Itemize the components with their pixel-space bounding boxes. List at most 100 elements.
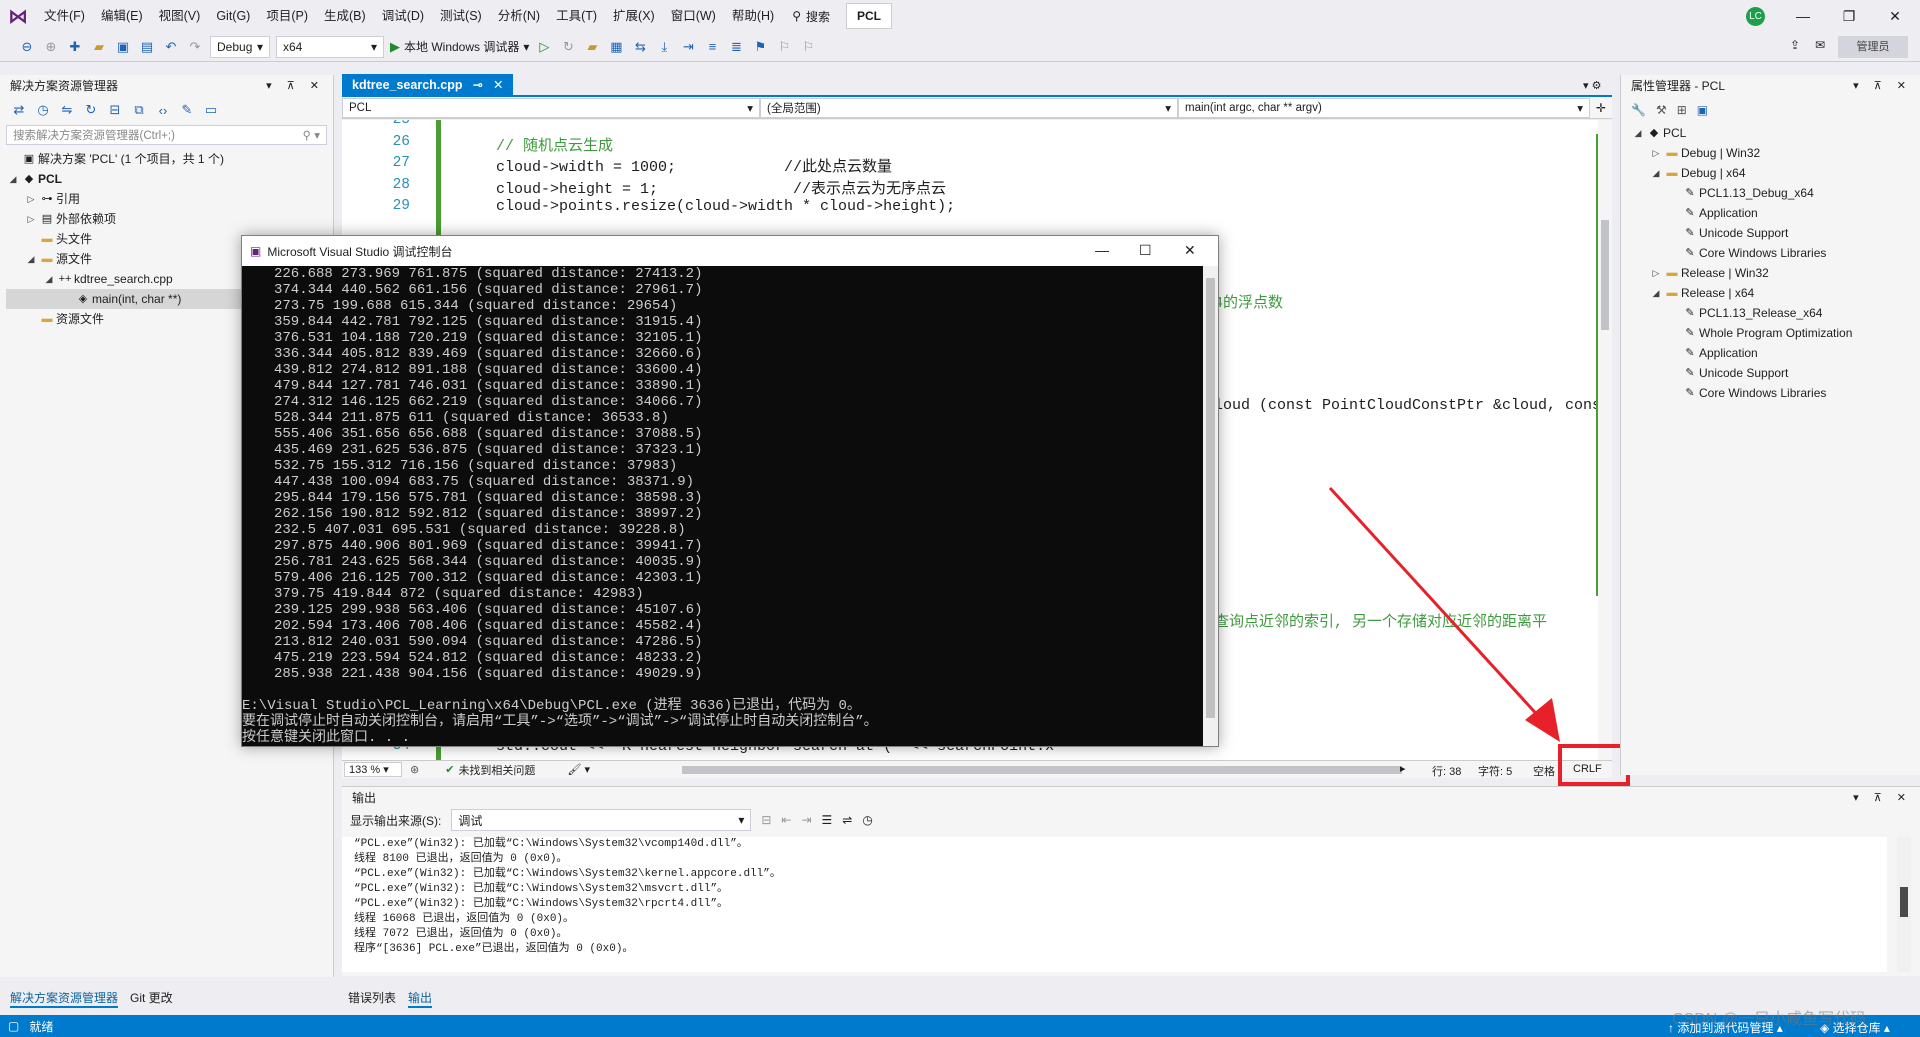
tree-item[interactable]: ✎ Unicode Support	[1631, 363, 1920, 383]
properties-icon[interactable]: ✎	[178, 101, 196, 119]
bottom-tab[interactable]: Git 更改	[130, 988, 173, 1008]
debug-console-window[interactable]: ▣ Microsoft Visual Studio 调试控制台 — ☐ ✕ 22…	[241, 235, 1219, 747]
close-button[interactable]: ✕	[1872, 0, 1918, 32]
bottom-tab[interactable]: 错误列表	[348, 988, 396, 1008]
layout-icon[interactable]: ▦	[607, 38, 625, 56]
output-scrollbar[interactable]	[1897, 837, 1911, 972]
back-icon[interactable]: ⊖	[18, 38, 36, 56]
switch-views-icon[interactable]: ⇋	[58, 101, 76, 119]
console-output[interactable]: 226.688 273.969 761.875 (squared distanc…	[242, 266, 1202, 746]
expand-icon[interactable]: ▷	[1649, 263, 1663, 283]
scroll-thumb[interactable]	[1601, 220, 1609, 330]
project-dropdown[interactable]: PCL ▾	[342, 98, 760, 118]
menu-item[interactable]: 分析(N)	[490, 0, 548, 32]
menu-item[interactable]: 测试(S)	[432, 0, 490, 32]
tree-item[interactable]: ✎ Application	[1631, 203, 1920, 223]
step-icon[interactable]: ⤓	[655, 38, 673, 56]
column-indicator[interactable]: 字符: 5	[1478, 763, 1512, 779]
redo-icon[interactable]: ↷	[186, 38, 204, 56]
collapse-icon[interactable]: ◢	[1649, 163, 1663, 183]
panel-controls[interactable]: ▾ ⊼ ✕	[1853, 787, 1920, 809]
add-existing-icon[interactable]: ⊞	[1677, 103, 1687, 117]
new-project-icon[interactable]: ✚	[66, 38, 84, 56]
scroll-thumb[interactable]	[1206, 278, 1215, 718]
tab-kdtree-search-cpp[interactable]: kdtree_search.cpp ⊸ ✕	[342, 74, 514, 96]
console-minimize-button[interactable]: —	[1095, 242, 1109, 258]
menu-item[interactable]: 文件(F)	[36, 0, 93, 32]
sync-icon[interactable]: ⇄	[10, 101, 28, 119]
console-scrollbar[interactable]	[1203, 266, 1218, 746]
tree-item[interactable]: ◢ ◆ PCL	[6, 169, 333, 189]
feedback-icon[interactable]: ✉	[1815, 38, 1825, 52]
next-message-icon[interactable]: ⇥	[801, 813, 811, 827]
expand-icon[interactable]: ▷	[1649, 143, 1663, 163]
tree-item[interactable]: ✎ Whole Program Optimization	[1631, 323, 1920, 343]
editor-vertical-scrollbar[interactable]	[1598, 120, 1612, 760]
history-icon[interactable]: ◷	[34, 101, 52, 119]
minimize-button[interactable]: —	[1780, 0, 1826, 32]
collapse-icon[interactable]: ◢	[6, 169, 20, 189]
panel-controls[interactable]: ▾ ⊼ ✕	[266, 75, 333, 97]
uncomment-icon[interactable]: ≣	[727, 38, 745, 56]
tree-item[interactable]: ▣ 解决方案 'PCL' (1 个项目，共 1 个)	[6, 149, 333, 169]
live-share-icon[interactable]: ⇪	[1790, 38, 1800, 52]
start-debugging-button[interactable]: ▶ 本地 Windows 调试器 ▾	[390, 38, 529, 55]
menu-item[interactable]: 窗口(W)	[663, 0, 724, 32]
scroll-right-icon[interactable]: ▸	[1400, 762, 1406, 775]
collapse-icon[interactable]: ◢	[42, 269, 56, 289]
tree-item[interactable]: ✎ PCL1.13_Release_x64	[1631, 303, 1920, 323]
undo-icon[interactable]: ↶	[162, 38, 180, 56]
code-view-icon[interactable]: ‹›	[154, 101, 172, 119]
menu-item[interactable]: 视图(V)	[151, 0, 209, 32]
preview-icon[interactable]: ▭	[202, 101, 220, 119]
timestamp-icon[interactable]: ◷	[862, 813, 872, 827]
menu-item[interactable]: Git(G)	[208, 0, 258, 32]
menu-item[interactable]: 项目(P)	[258, 0, 316, 32]
comment-icon[interactable]: ≡	[703, 38, 721, 56]
collapse-icon[interactable]: ◢	[1649, 283, 1663, 303]
member-dropdown[interactable]: main(int argc, char ** argv) ▾	[1178, 98, 1590, 118]
collapse-all-icon[interactable]: ⊟	[106, 101, 124, 119]
configuration-select[interactable]: Debug ▾	[210, 35, 270, 58]
split-icon[interactable]: ✛	[1590, 97, 1612, 118]
menu-item[interactable]: 编辑(E)	[93, 0, 151, 32]
save-all-icon[interactable]: ▤	[138, 38, 156, 56]
restore-button[interactable]: ❐	[1826, 0, 1872, 32]
tree-item[interactable]: ◢ ◆ PCL	[1631, 123, 1920, 143]
expand-icon[interactable]: ▷	[24, 209, 38, 229]
bookmark-icon[interactable]: ⚑	[751, 38, 769, 56]
output-text[interactable]: “PCL.exe”(Win32): 已加载“C:\Windows\System3…	[342, 837, 1887, 972]
avatar[interactable]: LC	[1746, 7, 1765, 26]
tree-item[interactable]: ▷ ▤ 外部依赖项	[6, 209, 333, 229]
find-message-icon[interactable]: ⊟	[761, 813, 771, 827]
tree-item[interactable]: ✎ Application	[1631, 343, 1920, 363]
line-indicator[interactable]: 行: 38	[1432, 763, 1461, 779]
hot-reload-icon[interactable]: ↻	[559, 38, 577, 56]
menu-item[interactable]: 工具(T)	[548, 0, 605, 32]
tree-item[interactable]: ✎ PCL1.13_Debug_x64	[1631, 183, 1920, 203]
console-maximize-button[interactable]: ☐	[1139, 242, 1152, 259]
tree-item[interactable]: ▷ ▬ Debug | Win32	[1631, 143, 1920, 163]
menu-item[interactable]: 扩展(X)	[605, 0, 663, 32]
prev-message-icon[interactable]: ⇤	[781, 813, 791, 827]
scope-dropdown[interactable]: (全局范围) ▾	[760, 98, 1178, 118]
forward-icon[interactable]: ⊕	[42, 38, 60, 56]
bottom-tab[interactable]: 解决方案资源管理器	[10, 988, 119, 1008]
tab-overflow-icon[interactable]: ▾ ⚙	[1583, 79, 1601, 92]
search-button[interactable]: ⚲ 搜索	[782, 8, 840, 25]
zoom-select[interactable]: 133 % ▾	[344, 762, 402, 777]
word-wrap-icon[interactable]: ⇌	[842, 813, 852, 827]
tree-item[interactable]: ▷ ▬ Release | Win32	[1631, 263, 1920, 283]
tree-item[interactable]: ✎ Core Windows Libraries	[1631, 243, 1920, 263]
tree-item[interactable]: ✎ Core Windows Libraries	[1631, 383, 1920, 403]
clear-all-icon[interactable]: ☰	[822, 813, 833, 827]
horizontal-scrollbar[interactable]	[682, 766, 1402, 774]
menu-item[interactable]: 调试(D)	[374, 0, 432, 32]
save-icon[interactable]: ▣	[114, 38, 132, 56]
panel-controls[interactable]: ▾ ⊼ ✕	[1853, 75, 1920, 97]
close-icon[interactable]: ✕	[493, 74, 503, 96]
tree-item[interactable]: ◢ ▬ Debug | x64	[1631, 163, 1920, 183]
scroll-thumb[interactable]	[1900, 887, 1908, 917]
console-close-button[interactable]: ✕	[1184, 242, 1196, 259]
collapse-icon[interactable]: ◢	[1631, 123, 1645, 143]
